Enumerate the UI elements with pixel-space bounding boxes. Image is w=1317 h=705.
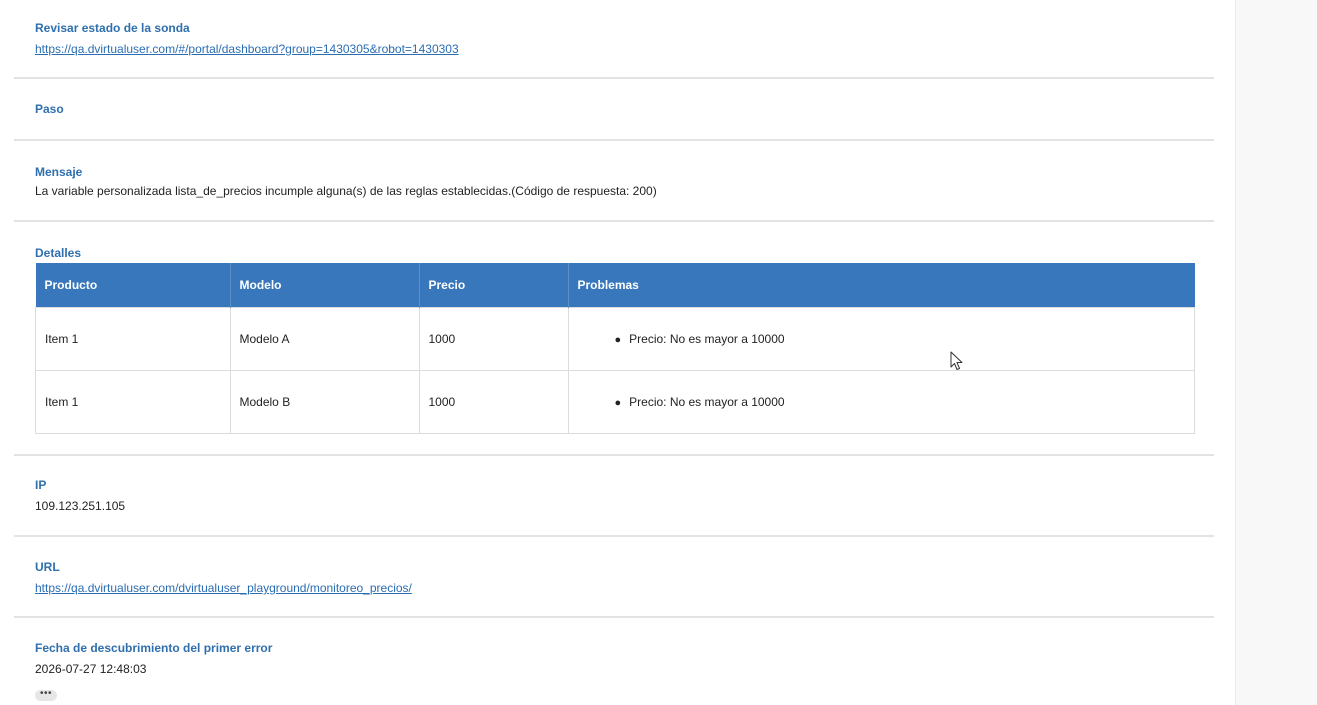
section-paso: Paso <box>14 80 1214 141</box>
mensaje-text: La variable personalizada lista_de_preci… <box>35 184 657 198</box>
section-fecha: Fecha de descubrimiento del primer error… <box>14 619 1214 705</box>
problem-text: Precio: No es mayor a 10000 <box>629 395 785 409</box>
show-more-ellipsis-icon[interactable]: ••• <box>35 689 57 701</box>
revisar-estado-label: Revisar estado de la sonda <box>35 21 190 35</box>
column-header-modelo: Modelo <box>230 263 420 308</box>
paso-label: Paso <box>35 102 64 116</box>
table-row: Item 1 Modelo A 1000 ● Precio: No es mayo… <box>35 307 1195 371</box>
problem-text: Precio: No es mayor a 10000 <box>629 332 785 346</box>
bullet-icon: ● <box>614 334 622 346</box>
cell-problemas: ● Precio: No es mayor a 10000 <box>567 370 1195 434</box>
fecha-value: 2026-07-27 12:48:03 <box>35 662 147 676</box>
monitoreo-url-link[interactable]: https://qa.dvirtualuser.com/dvirtualuser… <box>35 581 412 595</box>
cell-precio: 1000 <box>418 307 569 371</box>
table-row: Item 1 Modelo B 1000 ● Precio: No es mayo… <box>35 370 1195 434</box>
email-body: Revisar estado de la sonda https://qa.dv… <box>0 0 1235 705</box>
section-mensaje: Mensaje La variable personalizada lista_… <box>14 142 1214 222</box>
column-header-problemas: Problemas <box>568 263 1195 308</box>
cell-producto: Item 1 <box>35 307 231 371</box>
section-revisar-estado: Revisar estado de la sonda https://qa.dv… <box>14 19 1214 79</box>
mensaje-label: Mensaje <box>35 165 83 179</box>
cell-precio: 1000 <box>418 370 569 434</box>
bullet-icon: ● <box>614 397 622 409</box>
section-url: URL https://qa.dvirtualuser.com/dvirtual… <box>14 538 1214 618</box>
fecha-label: Fecha de descubrimiento del primer error <box>35 641 273 655</box>
url-label: URL <box>35 560 60 574</box>
ip-label: IP <box>35 478 47 492</box>
section-detalles: Detalles Producto Modelo Precio Problema… <box>14 223 1214 456</box>
dashboard-link[interactable]: https://qa.dvirtualuser.com/#/portal/das… <box>35 42 459 56</box>
cell-modelo: Modelo A <box>229 307 420 371</box>
cell-producto: Item 1 <box>35 370 231 434</box>
mouse-pointer-icon <box>950 351 963 370</box>
right-sidebar-panel <box>1235 0 1317 705</box>
section-ip: IP 109.123.251.105 <box>14 457 1214 537</box>
column-header-precio: Precio <box>419 263 569 308</box>
cell-modelo: Modelo B <box>229 370 420 434</box>
details-table: Producto Modelo Precio Problemas Item 1 … <box>35 263 1195 434</box>
ip-value: 109.123.251.105 <box>35 499 126 513</box>
cell-problemas: ● Precio: No es mayor a 10000 <box>567 307 1195 371</box>
detalles-label: Detalles <box>35 246 82 260</box>
column-header-producto: Producto <box>35 263 231 308</box>
table-header-row: Producto Modelo Precio Problemas <box>35 263 1195 308</box>
